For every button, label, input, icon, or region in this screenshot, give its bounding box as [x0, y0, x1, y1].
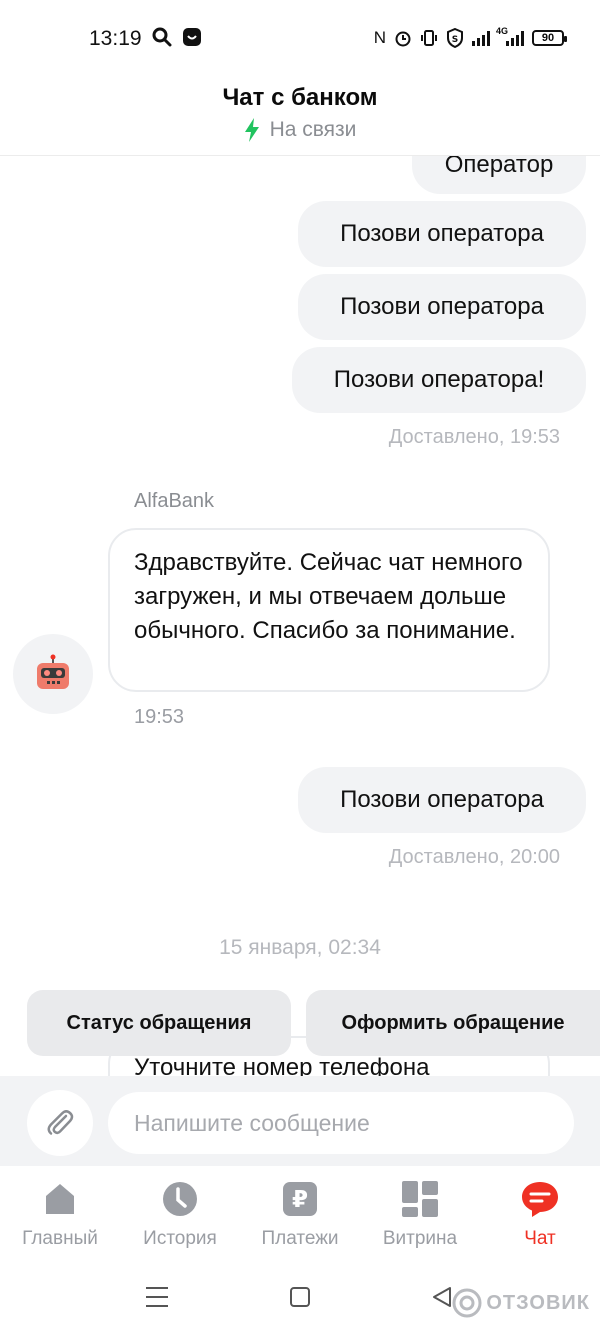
delivery-status: Доставлено, 19:53 [388, 426, 560, 448]
message-outgoing: Позови оператора [298, 274, 586, 340]
message-outgoing: Позови оператора [298, 201, 586, 267]
nav-item-showcase[interactable]: Витрина [360, 1166, 480, 1258]
signal-icon [472, 30, 490, 46]
ruble-icon: ₽ [283, 1182, 317, 1216]
quick-reply-status[interactable]: Статус обращения [27, 990, 291, 1056]
clock-icon [163, 1182, 197, 1216]
system-nav-bar: ОТЗОВИК [0, 1258, 600, 1333]
message-outgoing: Оператор [412, 156, 586, 194]
online-status: На связи [0, 118, 600, 142]
nav-item-home[interactable]: Главный [0, 1166, 120, 1258]
vibrate-icon [421, 30, 437, 46]
page-title: Чат с банком [222, 84, 378, 111]
back-icon[interactable] [432, 1286, 452, 1308]
message-incoming: Здравствуйте. Сейчас чат немного загруже… [108, 528, 550, 692]
app-notification-icon [183, 28, 201, 46]
nav-item-payments[interactable]: ₽ Платежи [240, 1166, 360, 1258]
chat-icon [522, 1182, 558, 1217]
nav-item-chat[interactable]: Чат [480, 1166, 600, 1258]
message-composer [0, 1076, 600, 1166]
message-time: 19:53 [134, 706, 185, 728]
search-icon [152, 27, 172, 47]
delivery-status: Доставлено, 20:00 [388, 846, 560, 868]
svg-text:S: S [452, 35, 458, 45]
nav-label: Витрина [382, 1228, 458, 1249]
sender-name: AlfaBank [134, 490, 215, 512]
date-separator: 15 января, 02:34 [219, 936, 381, 959]
watermark-logo-icon [452, 1288, 482, 1318]
paperclip-icon [47, 1110, 74, 1135]
battery-icon: 90 [532, 30, 567, 46]
chat-messages[interactable]: Оператор Позови оператора Позови операто… [0, 156, 600, 1076]
alarm-icon [395, 31, 411, 47]
status-time: 13:19 [89, 27, 142, 50]
lightning-icon [244, 118, 259, 142]
nav-label: Чат [524, 1228, 556, 1249]
nav-label: История [143, 1228, 217, 1249]
shield-icon: S [447, 28, 463, 48]
menu-icon[interactable] [145, 1286, 169, 1308]
nav-label: Главный [22, 1228, 98, 1249]
bot-avatar [13, 634, 93, 714]
quick-reply-create[interactable]: Оформить обращение [306, 990, 600, 1056]
home-square-icon[interactable] [289, 1286, 311, 1308]
message-input[interactable] [108, 1092, 574, 1154]
attach-button[interactable] [27, 1090, 93, 1156]
chat-header: Чат с банком На связи [0, 78, 600, 156]
svg-text:₽: ₽ [292, 1187, 308, 1213]
message-outgoing: Позови оператора! [292, 347, 586, 413]
nfc-icon: N [373, 28, 386, 47]
signal-4g-icon: 4G [496, 26, 524, 46]
status-text: На связи [269, 118, 357, 141]
nav-label: Платежи [261, 1228, 339, 1249]
robot-icon [37, 654, 69, 689]
home-icon [46, 1184, 74, 1214]
nav-item-history[interactable]: История [120, 1166, 240, 1258]
grid-icon [402, 1181, 438, 1217]
bottom-nav: Главный История ₽ Платежи Витрина Чат [0, 1166, 600, 1258]
watermark: ОТЗОВИК [452, 1288, 590, 1318]
status-bar: 13:19 N S 4G 90 [0, 0, 600, 78]
message-outgoing: Позови оператора [298, 767, 586, 833]
